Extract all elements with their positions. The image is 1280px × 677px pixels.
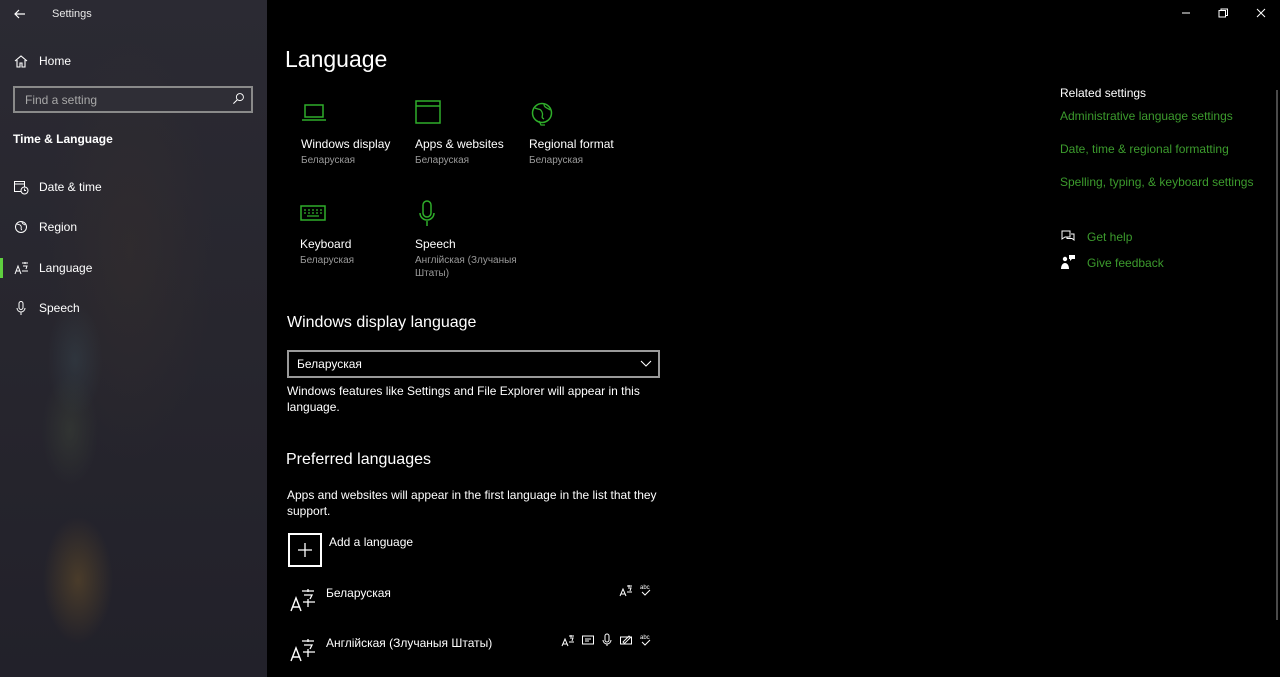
spelling-icon: abc (640, 635, 651, 646)
chevron-down-icon (640, 360, 652, 367)
tile-sub: Беларуская (300, 255, 355, 266)
sidebar: Settings Home Time & Language Date & tim… (0, 0, 267, 677)
search-icon[interactable] (232, 92, 245, 105)
plus-icon (298, 543, 312, 557)
microphone-icon (16, 301, 26, 315)
sidebar-item-date-time[interactable]: Date & time (0, 172, 267, 202)
sidebar-item-language[interactable]: Language (0, 253, 267, 283)
microphone-icon (419, 200, 435, 226)
link-admin-language-settings[interactable]: Administrative language settings (1060, 109, 1233, 123)
tile-label: Apps & websites (415, 137, 504, 151)
tile-sub: Беларуская (415, 155, 470, 166)
language-icon (14, 262, 28, 275)
globe-icon (531, 102, 553, 126)
sidebar-item-region[interactable]: Region (0, 212, 267, 242)
search-box[interactable] (13, 86, 253, 113)
keyboard-icon (300, 205, 326, 221)
sidebar-item-home[interactable]: Home (0, 46, 267, 76)
link-date-time-regional[interactable]: Date, time & regional formatting (1060, 142, 1229, 156)
tile-label: Windows display (301, 137, 391, 151)
feedback-icon (1061, 255, 1075, 269)
tile-label: Speech (415, 237, 456, 251)
give-feedback-link[interactable]: Give feedback (1087, 256, 1164, 270)
calendar-clock-icon (14, 181, 29, 195)
link-spelling-typing-keyboard[interactable]: Spelling, typing, & keyboard settings (1060, 175, 1253, 189)
app-title: Settings (52, 8, 92, 20)
close-icon[interactable] (1254, 6, 1268, 20)
sidebar-item-label: Region (39, 220, 78, 234)
home-icon (14, 55, 28, 68)
restore-icon[interactable] (1216, 6, 1230, 20)
window-icon (415, 100, 441, 124)
text-to-speech-icon (582, 635, 594, 645)
back-arrow-icon[interactable] (12, 6, 28, 22)
scrollbar[interactable] (1276, 90, 1278, 620)
sidebar-item-speech[interactable]: Speech (0, 293, 267, 323)
add-language-button[interactable] (288, 533, 322, 567)
sidebar-item-label: Language (39, 261, 93, 275)
svg-text:abc: abc (640, 585, 650, 591)
display-language-description: Windows features like Settings and File … (287, 384, 640, 414)
globe-icon (15, 221, 27, 233)
chat-help-icon (1061, 230, 1075, 241)
tile-sub: Англійская (Злучаныя Штаты) (415, 255, 517, 279)
handwriting-icon (620, 635, 632, 645)
display-language-heading: Windows display language (287, 314, 477, 331)
spelling-icon: abc (640, 585, 651, 596)
minimize-icon[interactable] (1179, 6, 1193, 20)
search-input[interactable] (23, 91, 227, 109)
display-language-dropdown[interactable]: Беларуская (287, 350, 660, 378)
section-title: Time & Language (13, 132, 113, 146)
display-language-icon (561, 635, 574, 647)
related-settings-title: Related settings (1060, 86, 1147, 100)
tile-label: Regional format (529, 137, 614, 151)
language-row[interactable]: Беларуская abc (287, 580, 657, 616)
laptop-icon (302, 104, 326, 121)
preferred-languages-heading: Preferred languages (286, 451, 431, 468)
sidebar-item-label: Date & time (39, 180, 102, 194)
dropdown-value: Беларуская (297, 357, 362, 371)
sidebar-item-label: Speech (39, 301, 80, 315)
language-icon (290, 589, 315, 612)
language-name: Англійская (Злучаныя Штаты) (326, 636, 493, 650)
sidebar-item-label: Home (39, 54, 72, 68)
svg-text:abc: abc (640, 635, 650, 641)
page-title: Language (285, 46, 388, 72)
tile-label: Keyboard (300, 237, 352, 251)
display-language-icon (619, 585, 632, 597)
microphone-icon (602, 633, 612, 646)
get-help-link[interactable]: Get help (1087, 230, 1132, 244)
tile-sub: Беларуская (301, 155, 356, 166)
language-row[interactable]: Англійская (Злучаныя Штаты) abc (287, 630, 657, 666)
language-icon (290, 639, 315, 662)
tile-sub: Беларуская (529, 155, 584, 166)
language-name: Беларуская (326, 586, 391, 600)
add-language-label[interactable]: Add a language (329, 535, 413, 549)
preferred-languages-description: Apps and websites will appear in the fir… (287, 488, 657, 518)
